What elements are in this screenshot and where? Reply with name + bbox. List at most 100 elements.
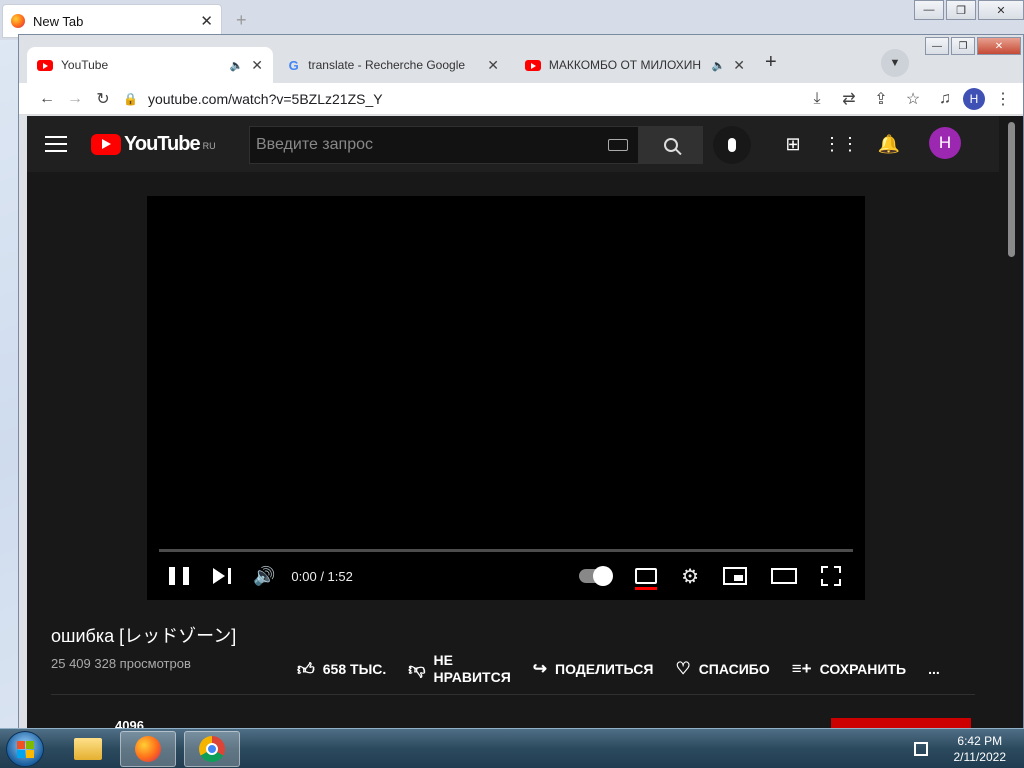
volume-icon[interactable]: 🔊 bbox=[253, 566, 275, 587]
firefox-icon bbox=[135, 736, 161, 762]
super-thanks-icon: ♡ bbox=[675, 659, 691, 678]
close-icon[interactable]: ✕ bbox=[487, 57, 499, 74]
tab-title: translate - Recherche Google bbox=[308, 58, 466, 72]
time-display: 0:00 / 1:52 bbox=[291, 568, 353, 584]
chrome-window: YouTube 🔈 ✕ G translate - Recherche Goog… bbox=[18, 34, 1024, 735]
tab-youtube[interactable]: YouTube 🔈 ✕ bbox=[27, 47, 273, 83]
back-arrow-icon[interactable]: ← bbox=[33, 85, 61, 113]
thanks-button[interactable]: ♡ СПАСИБО bbox=[675, 659, 769, 679]
firefox-tab-new-tab[interactable]: New Tab ✕ bbox=[2, 4, 222, 38]
maximize-button[interactable]: ❐ bbox=[946, 0, 976, 20]
more-actions-button[interactable]: ... bbox=[928, 661, 940, 677]
player-controls: 🔊 0:00 / 1:52 ⚙ bbox=[147, 552, 865, 600]
microphone-icon bbox=[728, 138, 736, 152]
install-icon[interactable]: ⤓ bbox=[803, 85, 831, 113]
subtitles-icon[interactable] bbox=[635, 568, 658, 590]
like-button[interactable]: 👍︎ 658 ТЫС. bbox=[297, 659, 386, 680]
windows-taskbar: 6:42 PM 2/11/2022 bbox=[0, 728, 1024, 768]
taskbar-firefox[interactable] bbox=[120, 731, 176, 767]
chrome-window-controls: — ❐ ✕ bbox=[923, 37, 1021, 55]
search-button[interactable] bbox=[639, 126, 703, 164]
speaker-icon[interactable]: 🔈 bbox=[712, 59, 726, 72]
share-button[interactable]: ↪ ПОДЕЛИТЬСЯ bbox=[533, 659, 654, 679]
forward-arrow-icon[interactable]: → bbox=[61, 85, 89, 113]
like-count: 658 ТЫС. bbox=[322, 661, 387, 677]
miniplayer-icon[interactable] bbox=[723, 567, 747, 585]
youtube-masthead: YouTube RU Введите запрос ⊞ ⋮⋮ 🔔 H bbox=[27, 116, 999, 172]
new-tab-button[interactable]: + bbox=[765, 51, 777, 74]
voice-search-button[interactable] bbox=[713, 126, 751, 164]
lock-icon[interactable]: 🔒 bbox=[123, 92, 138, 106]
reload-icon[interactable]: ↻ bbox=[89, 85, 117, 113]
dislike-label-line2: НРАВИТСЯ bbox=[433, 669, 511, 685]
pause-icon[interactable] bbox=[169, 567, 189, 585]
kebab-menu-icon[interactable]: ⋮ bbox=[989, 85, 1017, 113]
folder-icon bbox=[74, 738, 102, 760]
close-icon[interactable]: ✕ bbox=[251, 57, 263, 74]
share-icon[interactable]: ⇪ bbox=[867, 85, 895, 113]
google-icon: G bbox=[288, 57, 299, 73]
youtube-page: YouTube RU Введите запрос ⊞ ⋮⋮ 🔔 H 🔊 0:0… bbox=[27, 116, 999, 735]
more-dots-icon: ... bbox=[928, 661, 940, 677]
notifications-bell-icon[interactable]: 🔔 bbox=[875, 130, 903, 158]
firefox-tab-title: New Tab bbox=[33, 13, 84, 29]
save-button[interactable]: ≡+ СОХРАНИТЬ bbox=[792, 659, 906, 679]
clock[interactable]: 6:42 PM 2/11/2022 bbox=[954, 733, 1007, 765]
apps-grid-icon[interactable]: ⋮⋮ bbox=[823, 130, 859, 158]
clock-time: 6:42 PM bbox=[957, 734, 1003, 748]
settings-gear-icon[interactable]: ⚙ bbox=[681, 564, 699, 589]
tab-makkombo[interactable]: МАККОМБО ОТ МИЛОХИН 🔈 ✕ bbox=[515, 47, 755, 83]
divider bbox=[51, 694, 975, 695]
theater-mode-icon[interactable] bbox=[771, 568, 797, 584]
create-video-icon[interactable]: ⊞ bbox=[779, 130, 807, 158]
logo-text: YouTube bbox=[124, 132, 201, 155]
maximize-button[interactable]: ❐ bbox=[951, 37, 975, 55]
profile-avatar[interactable]: H bbox=[963, 87, 985, 110]
taskbar-chrome[interactable] bbox=[184, 731, 240, 767]
search-input[interactable]: Введите запрос bbox=[249, 126, 639, 164]
close-icon[interactable]: ✕ bbox=[733, 57, 745, 74]
youtube-icon bbox=[525, 59, 541, 71]
page-scrollbar[interactable] bbox=[999, 116, 1023, 735]
scrollbar-thumb[interactable] bbox=[1008, 122, 1015, 257]
media-control-icon[interactable]: ♫ bbox=[931, 85, 959, 113]
taskbar-explorer[interactable] bbox=[60, 731, 116, 767]
search-icon bbox=[664, 138, 678, 152]
network-icon[interactable] bbox=[913, 742, 928, 756]
translate-icon[interactable]: ⇄ bbox=[835, 85, 863, 113]
search-placeholder: Введите запрос bbox=[256, 136, 373, 153]
minimize-button[interactable]: — bbox=[914, 0, 944, 20]
close-button[interactable]: ✕ bbox=[978, 0, 1024, 20]
bookmark-star-icon[interactable]: ☆ bbox=[899, 85, 927, 113]
tab-title: МАККОМБО ОТ МИЛОХИН bbox=[548, 58, 702, 72]
start-button[interactable] bbox=[6, 731, 44, 767]
youtube-play-icon bbox=[91, 133, 121, 155]
playlist-add-icon: ≡+ bbox=[791, 659, 812, 678]
firefox-window-controls: — ❐ ✕ bbox=[912, 0, 1024, 20]
thanks-label: СПАСИБО bbox=[698, 661, 770, 677]
tab-strip: YouTube 🔈 ✕ G translate - Recherche Goog… bbox=[19, 35, 1023, 83]
keyboard-icon[interactable] bbox=[608, 139, 628, 151]
tab-google-translate[interactable]: G translate - Recherche Google ✕ bbox=[277, 47, 509, 83]
fullscreen-icon[interactable] bbox=[821, 566, 841, 586]
minimize-button[interactable]: — bbox=[925, 37, 949, 55]
user-avatar[interactable]: H bbox=[929, 127, 961, 159]
save-label: СОХРАНИТЬ bbox=[819, 661, 907, 677]
dislike-button[interactable]: 👎︎ НЕ НРАВИТСЯ bbox=[408, 652, 511, 686]
firefox-new-tab-button[interactable]: + bbox=[236, 10, 247, 31]
toolbar-actions: ⤓ ⇄ ⇪ ☆ ♫ H ⋮ bbox=[803, 85, 1023, 113]
address-bar[interactable]: 🔒 youtube.com/watch?v=5BZLz21ZS_Y bbox=[123, 86, 763, 112]
next-icon[interactable] bbox=[213, 568, 231, 584]
youtube-logo[interactable]: YouTube RU bbox=[91, 133, 216, 156]
video-player[interactable]: 🔊 0:00 / 1:52 ⚙ bbox=[147, 196, 865, 600]
hamburger-menu-icon[interactable] bbox=[45, 136, 67, 152]
view-count: 25 409 328 просмотров bbox=[51, 656, 191, 671]
close-icon[interactable]: ✕ bbox=[200, 12, 213, 30]
speaker-icon[interactable]: 🔈 bbox=[230, 59, 244, 72]
tab-search-chevron-icon[interactable]: ▼ bbox=[881, 49, 909, 77]
clock-date: 2/11/2022 bbox=[953, 750, 1007, 764]
close-button[interactable]: ✕ bbox=[977, 37, 1021, 55]
masthead-icons: ⊞ ⋮⋮ 🔔 bbox=[779, 130, 903, 158]
autoplay-toggle[interactable] bbox=[579, 566, 614, 586]
thumbs-down-icon: 👎︎ bbox=[408, 659, 426, 679]
